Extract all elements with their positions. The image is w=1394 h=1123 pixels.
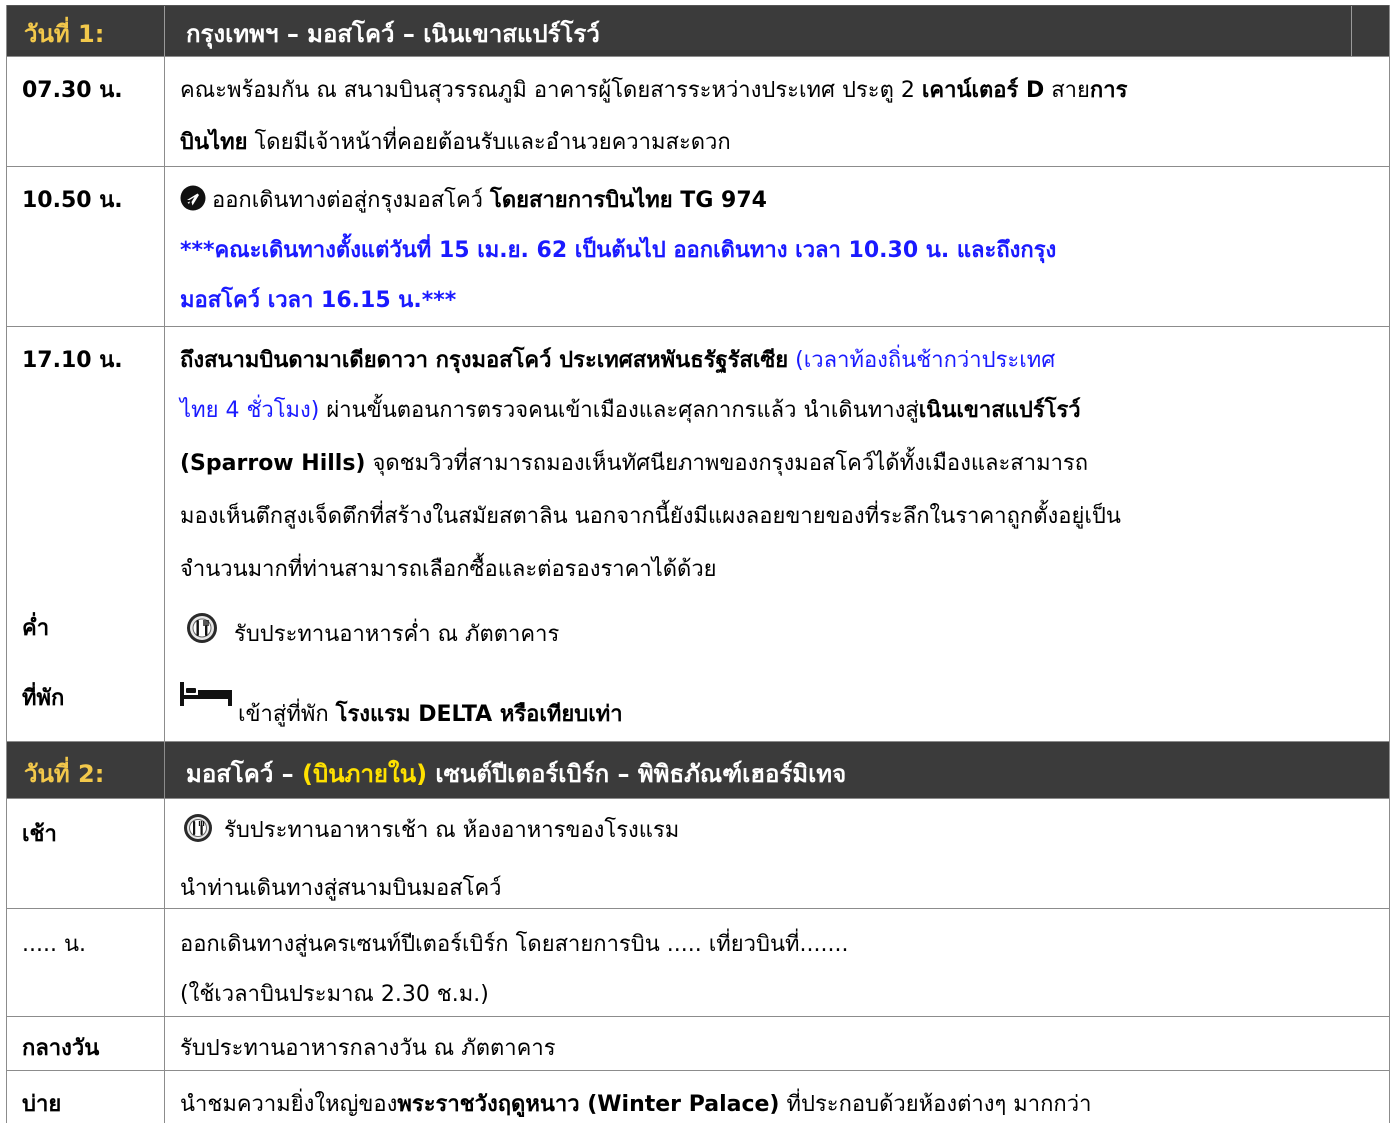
airplane-icon	[180, 185, 206, 217]
row-text: ออกเดินทางสู่นครเซนท์ปีเตอร์เบิร์ก โดยสา…	[180, 932, 849, 957]
row-text: รับประทานอาหารกลางวัน ณ ภัตตาคาร	[180, 1036, 556, 1061]
row-text: รับประทานอาหารค่ำ ณ ภัตตาคาร	[180, 612, 559, 658]
text-segment: นำชมความยิ่งใหญ่ของ	[180, 1092, 398, 1117]
row-text: ถึงสนามบินดามาเดียดาวา กรุงมอสโคว์ ประเท…	[180, 342, 1055, 377]
row-text: รับประทานอาหารเช้า ณ ห้องอาหารของโรงแรม	[180, 812, 679, 850]
itinerary-document: วันที่ 1: กรุงเทพฯ – มอสโคว์ – เนินเขาสแ…	[0, 0, 1394, 1123]
text-segment: ถึงสนามบินดามาเดียดาวา กรุงมอสโคว์ ประเท…	[180, 348, 789, 373]
text-segment: รับประทานอาหารเช้า ณ ห้องอาหารของโรงแรม	[224, 818, 680, 843]
row-text: คณะพร้อมกัน ณ สนามบินสุวรรณภูมิ อาคารผู้…	[180, 72, 1127, 107]
text-segment: โดยสายการบินไทย TG 974	[490, 188, 767, 213]
row-text: (ใช้เวลาบินประมาณ 2.30 ช.ม.)	[180, 982, 489, 1007]
table-divider	[6, 798, 1390, 799]
bed-icon	[180, 682, 232, 714]
text-segment: ผ่านขั้นตอนการตรวจคนเข้าเมืองและศุลกากรแ…	[319, 398, 919, 423]
table-divider	[6, 741, 1390, 742]
text-segment: ที่ประกอบด้วยห้องต่างๆ มากกว่า	[779, 1092, 1092, 1117]
text-segment: สาย	[1044, 78, 1090, 103]
table-divider	[6, 56, 1390, 57]
text-segment: เนินเขาสแปร์โรว์	[918, 398, 1081, 423]
table-divider	[6, 1016, 1390, 1017]
row-note: ***คณะเดินทางตั้งแต่วันที่ 15 เม.ย. 62 เ…	[180, 238, 1057, 263]
text-segment: การ	[1089, 78, 1128, 103]
day-title: มอสโคว์ – (บินภายใน) เซนต์ปีเตอร์เบิร์ก …	[186, 754, 846, 793]
row-text: นำชมความยิ่งใหญ่ของพระราชวังฤดูหนาว (Win…	[180, 1086, 1091, 1121]
row-text: นำท่านเดินทางสู่สนามบินมอสโคว์	[180, 876, 502, 901]
text-segment: รับประทานอาหารค่ำ ณ ภัตตาคาร	[234, 622, 560, 647]
table-divider	[6, 326, 1390, 327]
text-segment: เซนต์ปีเตอร์เบิร์ก – พิพิธภัณฑ์เฮอร์มิเท…	[427, 760, 847, 788]
table-divider	[6, 1070, 1390, 1071]
row-text: (Sparrow Hills) จุดชมวิวที่สามารถมองเห็น…	[180, 445, 1088, 480]
text-segment: (บินภายใน)	[302, 760, 428, 788]
text-segment: มอสโคว์ –	[186, 760, 303, 788]
row-note: มอสโคว์ เวลา 16.15 น.***	[180, 288, 457, 313]
row-text: บินไทย โดยมีเจ้าหน้าที่คอยต้อนรับและอำนว…	[180, 124, 731, 159]
text-segment: เข้าสู่ที่พัก	[238, 702, 336, 727]
text-segment: คณะพร้อมกัน ณ สนามบินสุวรรณภูมิ อาคารผู้…	[180, 78, 922, 103]
table-border	[1389, 5, 1390, 1123]
day-header: วันที่ 2: มอสโคว์ – (บินภายใน) เซนต์ปีเต…	[6, 742, 1390, 798]
time-cell: ที่พัก	[22, 686, 65, 711]
time-cell: บ่าย	[22, 1092, 62, 1117]
meal-icon	[180, 612, 228, 658]
text-segment: เคาน์เตอร์ D	[921, 78, 1045, 103]
row-text: มองเห็นตึกสูงเจ็ดตึกที่สร้างในสมัยสตาลิน…	[180, 504, 1121, 529]
text-segment: บินไทย	[180, 130, 248, 155]
day-label: วันที่ 2:	[24, 760, 105, 788]
time-cell: ..... น.	[22, 932, 86, 957]
time-cell: 07.30 น.	[22, 78, 123, 103]
time-cell: กลางวัน	[22, 1036, 100, 1061]
day-label: วันที่ 1:	[24, 20, 105, 48]
table-divider	[6, 166, 1390, 167]
row-text: ออกเดินทางต่อสู่กรุงมอสโคว์ โดยสายการบิน…	[180, 182, 767, 217]
text-segment: จุดชมวิวที่สามารถมองเห็นทัศนียภาพของกรุง…	[365, 451, 1089, 476]
time-cell: ค่ำ	[22, 616, 50, 641]
table-divider	[6, 908, 1390, 909]
table-border	[6, 5, 7, 1123]
text-segment: ไทย 4 ชั่วโมง)	[180, 398, 320, 423]
text-segment: โดยมีเจ้าหน้าที่คอยต้อนรับและอำนวยความสะ…	[247, 130, 731, 155]
row-text: เข้าสู่ที่พัก โรงแรม DELTA หรือเทียบเท่า	[180, 682, 623, 731]
row-text: ไทย 4 ชั่วโมง) ผ่านขั้นตอนการตรวจคนเข้าเ…	[180, 392, 1081, 427]
time-cell: เช้า	[22, 822, 57, 847]
text-segment: (Sparrow Hills)	[180, 451, 366, 476]
time-cell: 17.10 น.	[22, 348, 123, 373]
day-header: วันที่ 1: กรุงเทพฯ – มอสโคว์ – เนินเขาสแ…	[6, 6, 1390, 56]
text-segment: ออกเดินทางต่อสู่กรุงมอสโคว์	[212, 188, 491, 213]
table-border	[6, 5, 1390, 6]
row-text: จำนวนมากที่ท่านสามารถเลือกซื้อและต่อรองร…	[180, 557, 717, 582]
time-cell: 10.50 น.	[22, 188, 123, 213]
meal-icon	[180, 812, 218, 850]
text-segment: โรงแรม DELTA หรือเทียบเท่า	[335, 702, 623, 727]
day-title: กรุงเทพฯ – มอสโคว์ – เนินเขาสแปร์โรว์	[186, 20, 600, 48]
text-segment: พระราชวังฤดูหนาว (Winter Palace)	[397, 1092, 780, 1117]
text-segment: (เวลาท้องถิ่นช้ากว่าประเทศ	[788, 348, 1056, 373]
table-divider	[164, 56, 165, 1123]
